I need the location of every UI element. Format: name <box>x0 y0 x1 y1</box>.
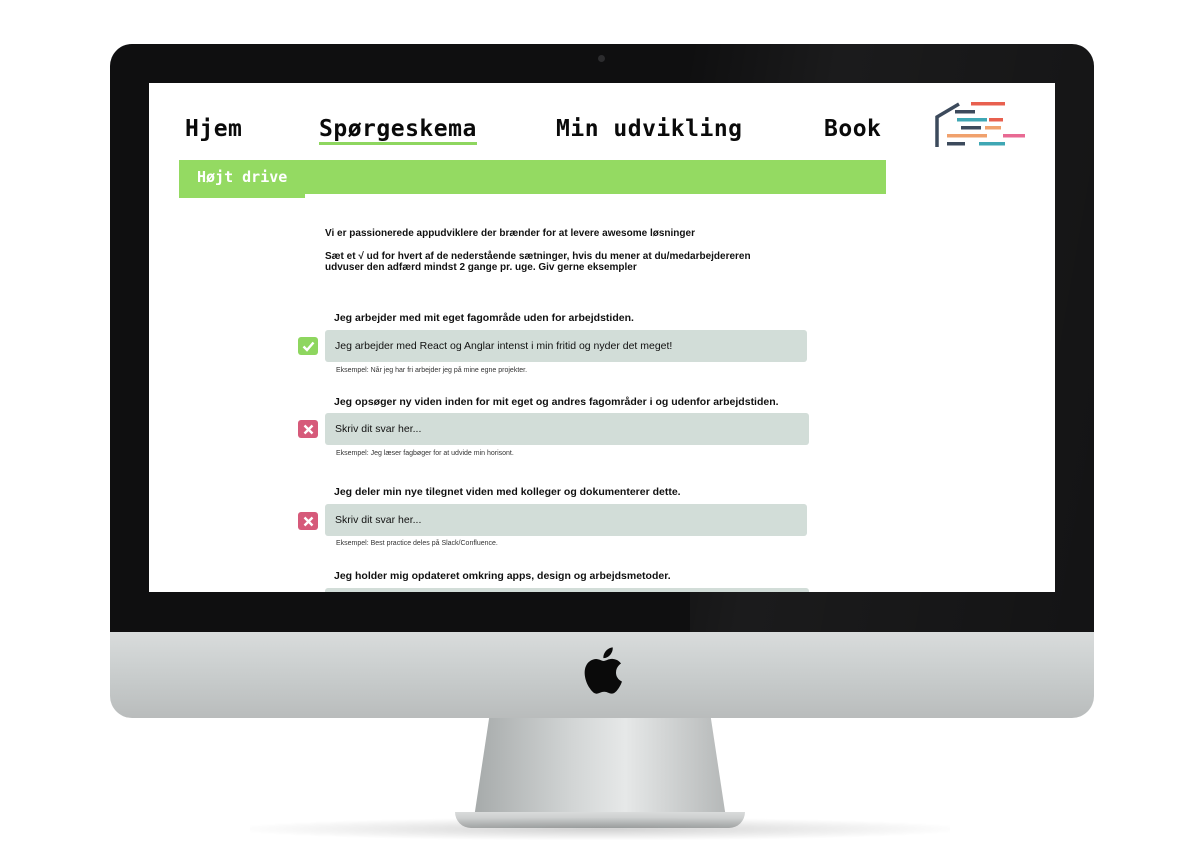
monitor-stand <box>474 718 726 818</box>
answer-field[interactable] <box>325 413 809 445</box>
answer-field[interactable] <box>325 330 807 362</box>
nav-item-book[interactable]: Book <box>824 116 881 142</box>
monitor-shadow <box>250 818 950 840</box>
company-logo[interactable] <box>931 101 1025 151</box>
checkmark-icon <box>302 341 314 352</box>
instruction-text-line2: udvuser den adfærd mindst 2 gange pr. ug… <box>325 262 637 273</box>
question-title: Jeg opsøger ny viden inden for mit eget … <box>334 396 779 408</box>
nav-item-spoergeskema[interactable]: Spørgeskema <box>319 116 477 145</box>
example-text: Eksempel: Når jeg har fri arbejder jeg p… <box>336 367 528 374</box>
cross-icon <box>303 516 313 526</box>
answer-field[interactable] <box>325 504 807 536</box>
question-title: Jeg arbejder med mit eget fagområde uden… <box>334 312 634 324</box>
example-text: Eksempel: Best practice deles på Slack/C… <box>336 540 498 547</box>
answer-checkbox[interactable] <box>298 337 318 355</box>
section-title: Højt drive <box>197 168 288 186</box>
question-title: Jeg holder mig opdateret omkring apps, d… <box>334 570 671 582</box>
question-title: Jeg deler min nye tilegnet viden med kol… <box>334 486 681 498</box>
intro-text: Vi er passionerede appudviklere der bræn… <box>325 228 695 239</box>
cross-icon <box>303 424 313 434</box>
apple-logo-icon <box>584 647 622 694</box>
example-text: Eksempel: Jeg læser fagbøger for at udvi… <box>336 450 514 457</box>
nav-item-hjem[interactable]: Hjem <box>185 116 242 142</box>
answer-checkbox[interactable] <box>298 420 318 438</box>
screen: Hjem Spørgeskema Min udvikling Book Højt… <box>149 83 1055 592</box>
answer-field[interactable] <box>325 588 809 592</box>
instruction-text-line1: Sæt et √ ud for hvert af de nederstående… <box>325 251 751 262</box>
camera-icon <box>598 55 605 62</box>
answer-checkbox[interactable] <box>298 512 318 530</box>
nav-item-min-udvikling[interactable]: Min udvikling <box>556 116 743 142</box>
